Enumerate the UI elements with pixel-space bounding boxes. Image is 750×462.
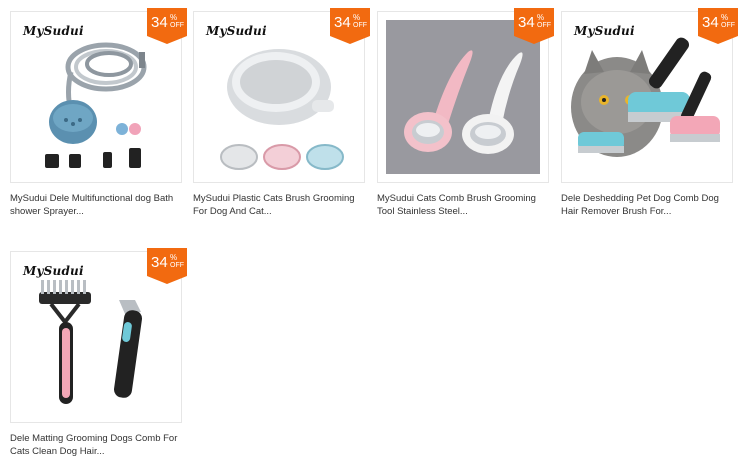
product-image[interactable]: MySudui 34 % OFF <box>10 248 187 423</box>
product-title-line-2: Tool Stainless Steel... <box>377 206 468 217</box>
discount-unit: % <box>170 253 178 262</box>
discount-value: 34 <box>151 14 168 31</box>
product-title-line-2: Hair Remover Brush For... <box>561 206 672 217</box>
product-card-1[interactable]: MySudui 34 % OFF MySudui Dele Multifunct… <box>10 8 187 218</box>
discount-badge: 34 % OFF <box>147 248 187 284</box>
discount-unit: % <box>353 13 361 22</box>
discount-label: OFF <box>537 22 551 29</box>
product-image[interactable]: MySudui 34 % OFF <box>561 8 738 183</box>
discount-value: 34 <box>151 254 168 271</box>
discount-unit: % <box>170 13 178 22</box>
product-title-line-1: MySudui Plastic Cats Brush Grooming <box>193 193 355 204</box>
product-image[interactable]: MySudui 34 % OFF <box>193 8 370 183</box>
discount-value: 34 <box>518 14 535 31</box>
brand-logo: MySudui <box>574 24 635 38</box>
discount-value: 34 <box>334 14 351 31</box>
discount-unit: % <box>721 13 729 22</box>
product-card-2[interactable]: MySudui 34 % OFF MySudui Plastic Cats Br… <box>193 8 370 218</box>
product-title-line-1: Dele Deshedding Pet Dog Comb Dog <box>561 193 719 204</box>
product-card-4[interactable]: MySudui 34 % OFF Dele Deshedding Pet Dog… <box>561 8 738 218</box>
discount-badge: 34 % OFF <box>514 8 554 44</box>
discount-badge: 34 % OFF <box>147 8 187 44</box>
discount-label: OFF <box>721 22 735 29</box>
product-title-line-2: shower Sprayer... <box>10 206 84 217</box>
discount-value: 34 <box>702 14 719 31</box>
product-title[interactable]: Dele Deshedding Pet Dog Comb Dog Hair Re… <box>561 192 733 218</box>
product-card-5[interactable]: MySudui 34 % OFF Dele Matting Grooming D… <box>10 248 187 458</box>
discount-label: OFF <box>170 22 184 29</box>
product-title[interactable]: MySudui Plastic Cats Brush Grooming For … <box>193 192 365 218</box>
discount-badge: 34 % OFF <box>698 8 738 44</box>
discount-unit: % <box>537 13 545 22</box>
product-title[interactable]: MySudui Dele Multifunctional dog Bath sh… <box>10 192 182 218</box>
brand-logo: MySudui <box>23 24 84 38</box>
product-image[interactable]: MySudui 34 % OFF <box>10 8 187 183</box>
discount-badge: 34 % OFF <box>330 8 370 44</box>
product-title[interactable]: MySudui Cats Comb Brush Grooming Tool St… <box>377 192 549 218</box>
discount-label: OFF <box>170 262 184 269</box>
discount-label: OFF <box>353 22 367 29</box>
product-title-line-1: MySudui Cats Comb Brush Grooming <box>377 193 536 204</box>
product-title[interactable]: Dele Matting Grooming Dogs Comb For Cats… <box>10 432 182 458</box>
product-title-line-1: MySudui Dele Multifunctional dog Bath <box>10 193 174 204</box>
brand-logo: MySudui <box>206 24 267 38</box>
brand-logo: MySudui <box>23 264 84 278</box>
product-title-line-2: For Dog And Cat... <box>193 206 272 217</box>
product-title-line-1: Dele Matting Grooming Dogs Comb For <box>10 433 178 444</box>
product-title-line-2: Cats Clean Dog Hair... <box>10 446 105 457</box>
product-image[interactable]: 34 % OFF <box>377 8 554 183</box>
product-card-3[interactable]: 34 % OFF MySudui Cats Comb Brush Groomin… <box>377 8 554 218</box>
